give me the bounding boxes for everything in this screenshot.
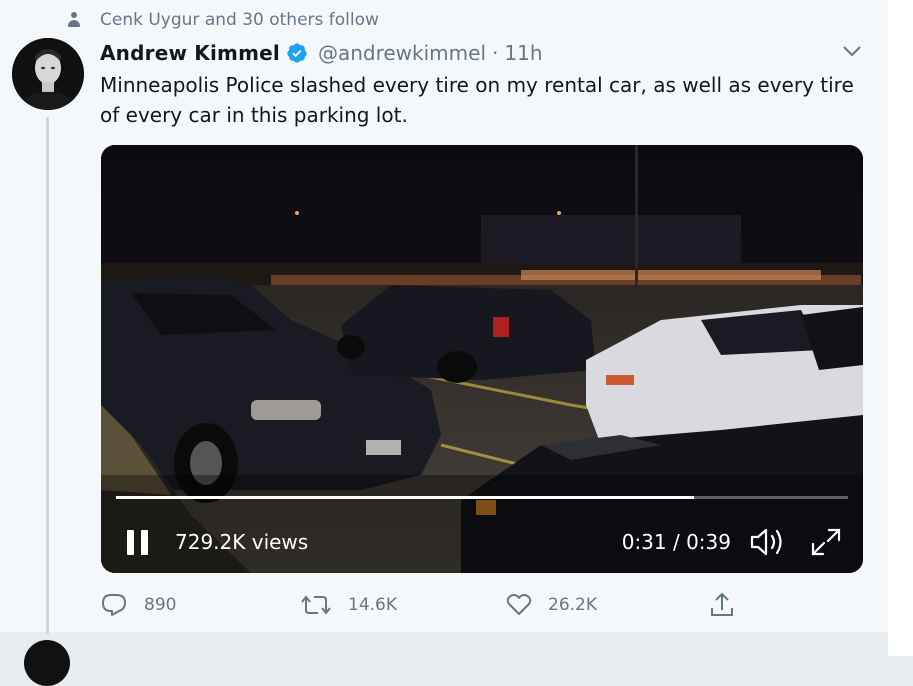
like-count: 26.2K — [548, 595, 597, 615]
tweet-card[interactable]: Cenk Uygur and 30 others follow Andrew K… — [0, 0, 888, 634]
video-time: 0:31 / 0:39 — [621, 530, 731, 554]
heart-icon — [506, 594, 532, 615]
retweet-count: 14.6K — [348, 595, 397, 615]
fullscreen-icon[interactable] — [810, 527, 842, 557]
video-progress-fill — [116, 496, 695, 499]
retweet-button[interactable]: 14.6K — [300, 588, 397, 622]
video-frame — [101, 145, 863, 573]
reply-icon — [102, 594, 126, 616]
share-icon — [711, 592, 733, 616]
video-progress-bar[interactable] — [116, 496, 848, 499]
tweet-text: Minneapolis Police slashed every tire on… — [100, 73, 854, 127]
social-context: Cenk Uygur and 30 others follow — [66, 8, 379, 32]
thread-line — [46, 117, 49, 634]
social-context-text: Cenk Uygur and 30 others follow — [100, 10, 379, 30]
reply-button[interactable]: 890 — [100, 588, 176, 622]
page-background — [888, 0, 913, 656]
author-name[interactable]: Andrew Kimmel — [100, 41, 280, 65]
pause-icon[interactable] — [127, 528, 151, 556]
tweet-time[interactable]: 11h — [504, 41, 542, 65]
tweet-header: Andrew Kimmel @andrewkimmel · 11h — [100, 38, 543, 68]
chevron-down-icon[interactable] — [842, 44, 862, 58]
like-button[interactable]: 26.2K — [506, 588, 597, 622]
video-player[interactable]: 729.2K views 0:31 / 0:39 — [101, 145, 863, 573]
video-controls: 729.2K views 0:31 / 0:39 — [101, 520, 863, 564]
volume-icon[interactable] — [749, 525, 787, 559]
separator-dot: · — [492, 41, 499, 65]
person-icon — [66, 11, 82, 29]
share-button[interactable] — [708, 588, 752, 622]
verified-badge-icon — [287, 43, 307, 63]
retweet-icon — [301, 595, 331, 615]
avatar[interactable] — [12, 38, 84, 110]
reply-count: 890 — [144, 595, 177, 615]
next-tweet-avatar[interactable] — [24, 640, 70, 686]
video-views: 729.2K views — [175, 530, 309, 554]
author-handle[interactable]: @andrewkimmel — [318, 41, 486, 65]
